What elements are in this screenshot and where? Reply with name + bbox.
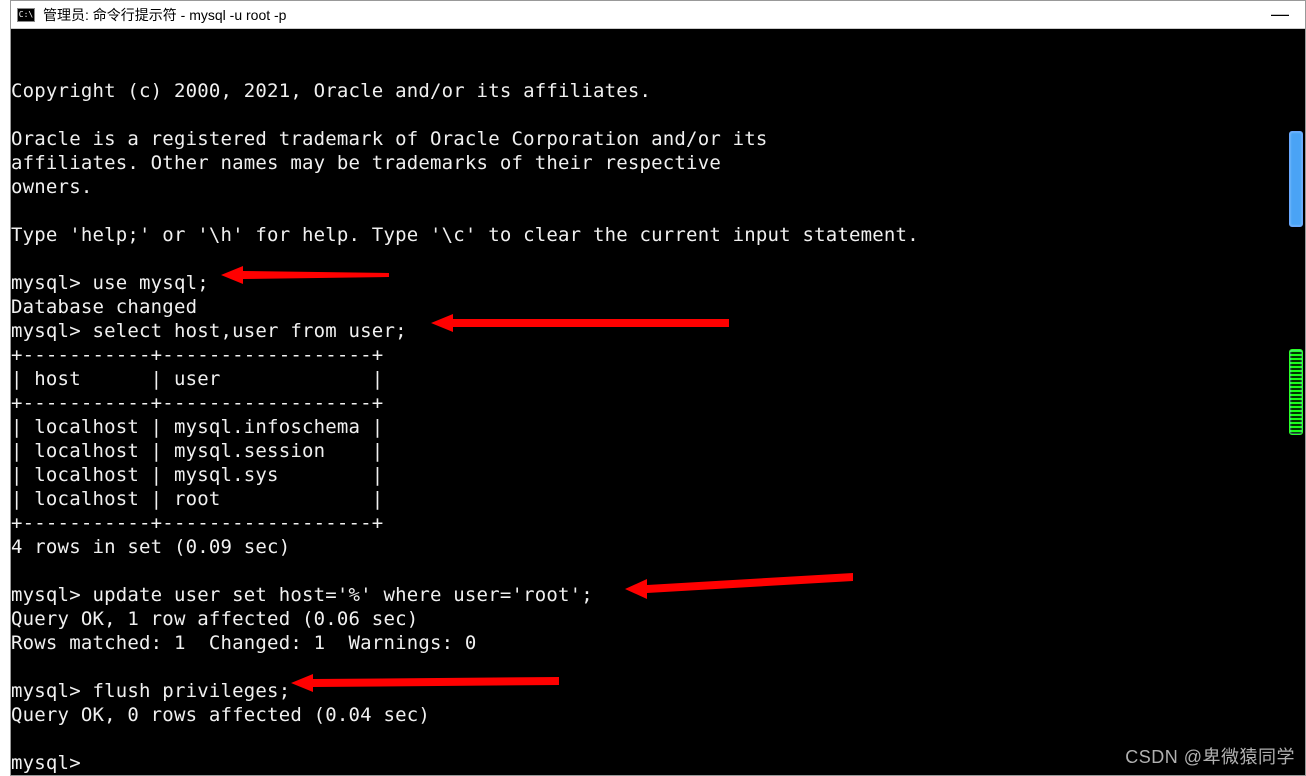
minimize-button[interactable]: — xyxy=(1261,4,1299,25)
scrollbar-indicator-top[interactable] xyxy=(1289,131,1303,227)
watermark: CSDN @卑微猿同学 xyxy=(1125,743,1295,769)
app-icon: C:\ xyxy=(17,8,35,22)
command-prompt-window: C:\ 管理员: 命令行提示符 - mysql -u root -p — Cop… xyxy=(10,0,1306,776)
titlebar[interactable]: C:\ 管理员: 命令行提示符 - mysql -u root -p — xyxy=(11,1,1305,29)
scrollbar-indicator-bottom[interactable] xyxy=(1289,349,1303,435)
window-title: 管理员: 命令行提示符 - mysql -u root -p xyxy=(43,5,286,25)
terminal-output[interactable]: Copyright (c) 2000, 2021, Oracle and/or … xyxy=(11,29,1305,775)
